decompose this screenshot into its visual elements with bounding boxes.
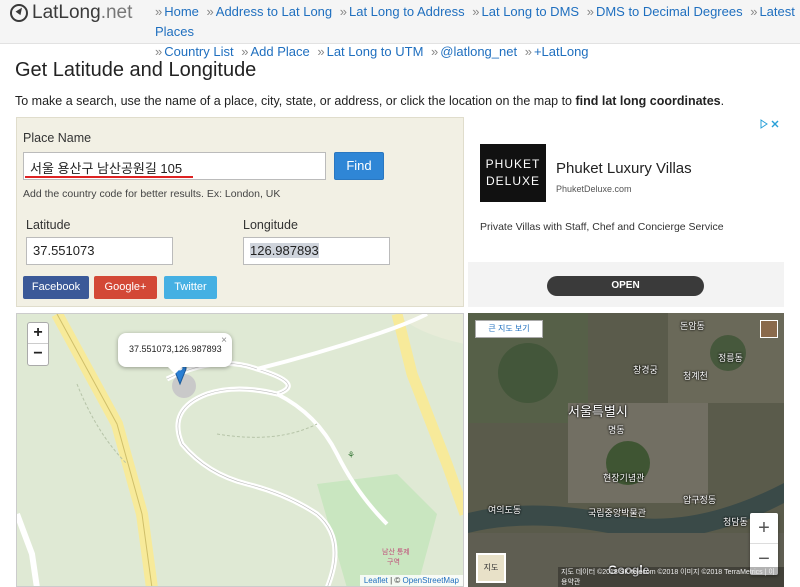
sat-label: 창경궁 (633, 365, 658, 375)
sat-zoom-control: + − (750, 513, 778, 575)
leaflet-link[interactable]: Leaflet (364, 576, 388, 585)
satellite-map[interactable]: 큰 지도 보기 서울특별시 돈암동 창경궁 정릉동 청계천 명동 현장기념관 국… (468, 313, 784, 587)
nav-lat-long-to-dms[interactable]: Lat Long to DMS (482, 4, 580, 19)
ad-footer: OPEN (468, 262, 784, 307)
sat-label: 국립중앙박물관 (588, 508, 646, 518)
place-name-label: Place Name (23, 131, 92, 145)
nav-add-place[interactable]: Add Place (250, 44, 309, 59)
nav-country-list[interactable]: Country List (164, 44, 233, 59)
ad-title[interactable]: Phuket Luxury Villas (556, 160, 692, 177)
view-large-map-button[interactable]: 큰 지도 보기 (475, 320, 543, 338)
street-map[interactable]: 남산 통제 구역 ⚘ + − 37.551073,126.987893 × Le… (16, 313, 464, 587)
nav-lat-long-to-utm[interactable]: Lat Long to UTM (327, 44, 424, 59)
sat-label: 명동 (608, 425, 625, 435)
page-title: Get Latitude and Longitude (15, 59, 257, 81)
intro-text: To make a search, use the name of a plac… (15, 94, 725, 108)
ad-choices-icon[interactable] (759, 119, 781, 129)
latitude-input[interactable]: 37.551073 (26, 237, 173, 265)
sat-label: 돈암동 (680, 321, 705, 331)
sat-label: 압구정동 (683, 495, 717, 505)
logo-text: LatLong.net (32, 2, 133, 23)
nav-home[interactable]: Home (164, 4, 199, 19)
hint-text: Add the country code for better results.… (23, 188, 281, 200)
map-zoom-control: + − (27, 322, 49, 366)
sat-label: 현장기념관 (603, 473, 645, 483)
top-header: LatLong.net » Home » Address to Lat Long »… (0, 0, 800, 59)
sat-label: 여의도동 (488, 505, 522, 515)
ad-open-button[interactable]: OPEN (547, 276, 704, 296)
map-zoom-out-button[interactable]: − (28, 344, 48, 365)
map-type-thumbnail[interactable]: 지도 (476, 553, 506, 583)
sat-city-label: 서울특별시 (568, 404, 628, 419)
map-popup: 37.551073,126.987893 × (118, 333, 232, 374)
search-form-panel: Place Name 서울 용산구 남산공원길 105 Find Add the… (16, 117, 464, 307)
spellcheck-underline (25, 176, 193, 178)
osm-link[interactable]: OpenStreetMap (403, 576, 459, 585)
find-button[interactable]: Find (334, 152, 384, 180)
ad-content: PHUKET DELUXE Phuket Luxury Villas Phuket… (468, 117, 784, 262)
popup-coordinates: 37.551073,126.987893 (129, 344, 222, 354)
sat-label: 청계천 (683, 371, 708, 381)
facebook-share-button[interactable]: Facebook (23, 276, 89, 299)
compass-icon (10, 4, 28, 22)
google-plus-share-button[interactable]: Google+ (94, 276, 157, 299)
ad-site: PhuketDeluxe.com (556, 184, 632, 194)
nav-twitter[interactable]: @latlong_net (440, 44, 517, 59)
map-zoom-in-button[interactable]: + (28, 323, 48, 344)
nav-lat-long-to-address[interactable]: Lat Long to Address (349, 4, 465, 19)
sat-zoom-in-button[interactable]: + (750, 513, 778, 544)
street-view-icon[interactable] (760, 320, 778, 338)
longitude-input[interactable]: 126.987893 (243, 237, 390, 265)
popup-tip (168, 367, 182, 374)
site-logo[interactable]: LatLong.net (10, 2, 132, 24)
svg-text:⚘: ⚘ (347, 450, 355, 460)
nav-google-plus[interactable]: +LatLong (534, 44, 589, 59)
sat-label: 청담동 (723, 517, 748, 527)
popup-close-icon[interactable]: × (221, 335, 227, 346)
main-nav: » Home » Address to Lat Long » Lat Long to … (155, 4, 795, 59)
map-tiles: 남산 통제 구역 ⚘ (17, 314, 463, 586)
twitter-share-button[interactable]: Twitter (164, 276, 217, 299)
sat-attribution: 지도 데이터 ©2018 SK telecom ©2018 이미지 ©2018 … (558, 567, 784, 587)
sat-label: 정릉동 (718, 353, 743, 363)
svg-text:구역: 구역 (387, 557, 400, 566)
latitude-label: Latitude (26, 218, 71, 232)
svg-text:남산 통제: 남산 통제 (382, 547, 410, 556)
nav-address-to-lat-long[interactable]: Address to Lat Long (216, 4, 332, 19)
longitude-label: Longitude (243, 218, 298, 232)
ad-description: Private Villas with Staff, Chef and Conc… (480, 221, 724, 233)
advertisement[interactable]: PHUKET DELUXE Phuket Luxury Villas Phuket… (468, 117, 784, 307)
map-attribution: Leaflet | © OpenStreetMap (359, 575, 463, 586)
ad-logo: PHUKET DELUXE (480, 144, 546, 202)
nav-dms-to-decimal[interactable]: DMS to Decimal Degrees (596, 4, 743, 19)
